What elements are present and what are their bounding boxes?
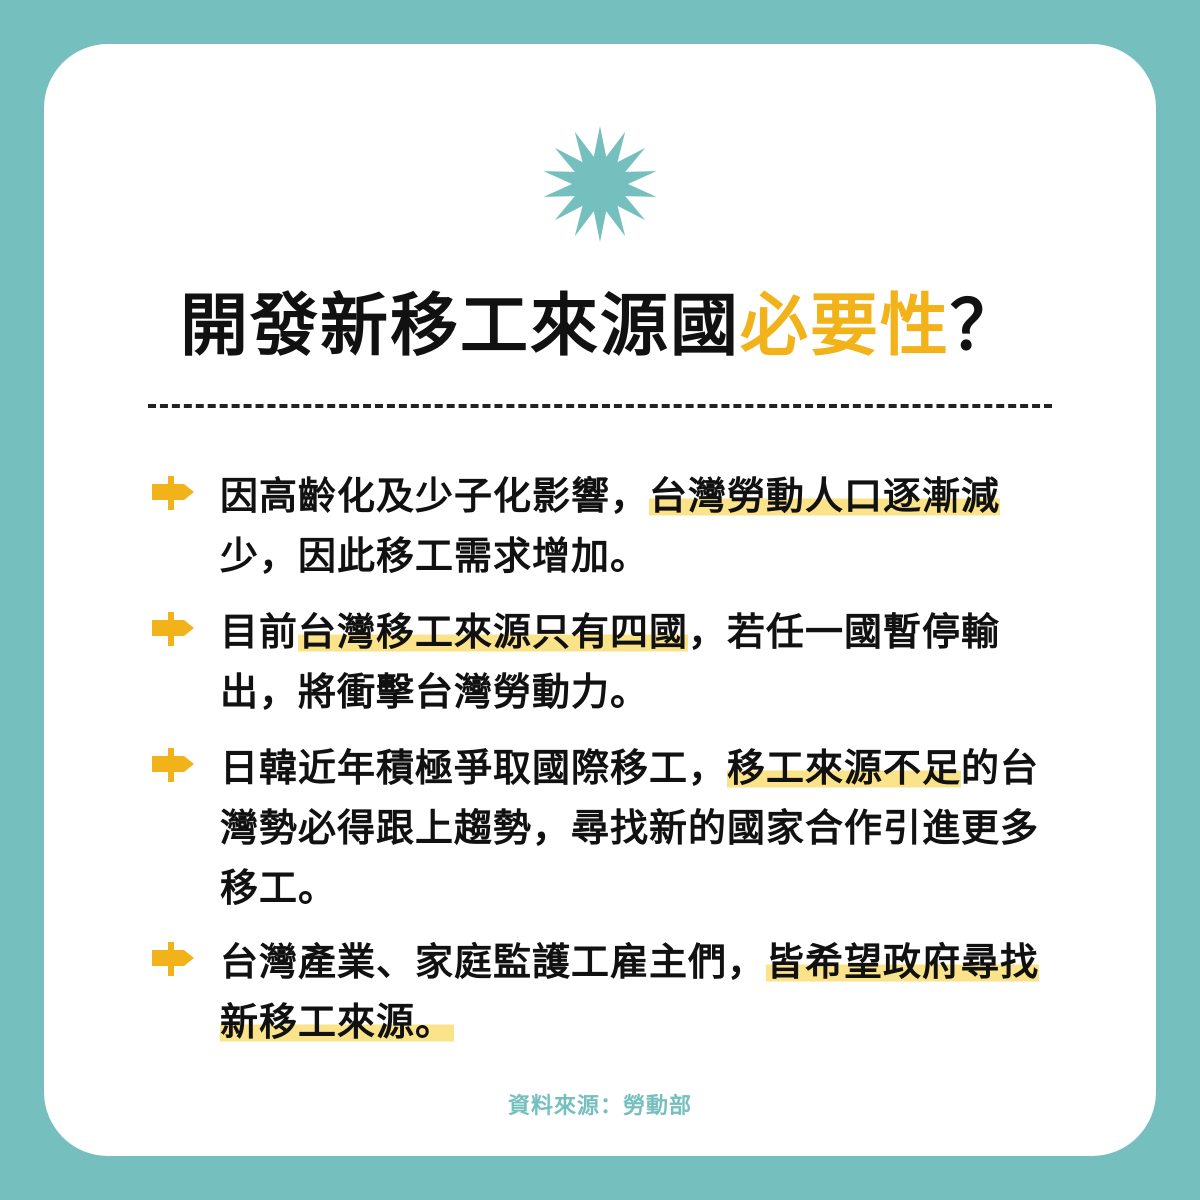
item-text-lead: 日韓近年積極爭取國際移工， xyxy=(220,746,728,790)
item-text-highlight: 台灣移工來源只有四國 xyxy=(298,610,689,654)
title-highlight: 必要性 xyxy=(739,287,950,366)
signpost-arrow-icon xyxy=(152,942,194,976)
item-text-lead: 台灣產業、家庭監護工雇主們， xyxy=(220,940,767,984)
signpost-arrow-icon xyxy=(152,748,194,782)
dashed-divider xyxy=(148,404,1052,408)
list-item-text: 日韓近年積極爭取國際移工，移工來源不足的台灣勢必得跟上趨勢，尋找新的國家合作引進… xyxy=(220,738,1050,918)
title-question-mark: ？ xyxy=(950,287,1021,366)
signpost-arrow-icon xyxy=(152,476,194,510)
signpost-arrow-icon xyxy=(152,612,194,646)
starburst-icon xyxy=(543,126,657,242)
item-text-lead: 因高齡化及少子化影響， xyxy=(220,474,650,518)
list-item-text: 因高齡化及少子化影響，台灣勞動人口逐漸減少，因此移工需求增加。 xyxy=(220,466,1050,586)
list-item-text: 台灣產業、家庭監護工雇主們，皆希望政府尋找新移工來源。 xyxy=(220,932,1050,1052)
item-text-lead: 目前 xyxy=(220,610,299,654)
list-item-text: 目前台灣移工來源只有四國，若任一國暫停輸出，將衝擊台灣勞動力。 xyxy=(220,602,1050,722)
page-title: 開發新移工來源國必要性？ xyxy=(0,270,1200,369)
title-main: 開發新移工來源國 xyxy=(179,287,740,366)
item-text-highlight: 台灣勞動人口逐漸減 xyxy=(649,474,1001,518)
item-text-tail: 少，因此移工需求增加。 xyxy=(220,534,650,578)
item-text-highlight: 移工來源不足 xyxy=(727,746,962,790)
data-source-note: 資料來源：勞動部 xyxy=(507,1094,692,1119)
